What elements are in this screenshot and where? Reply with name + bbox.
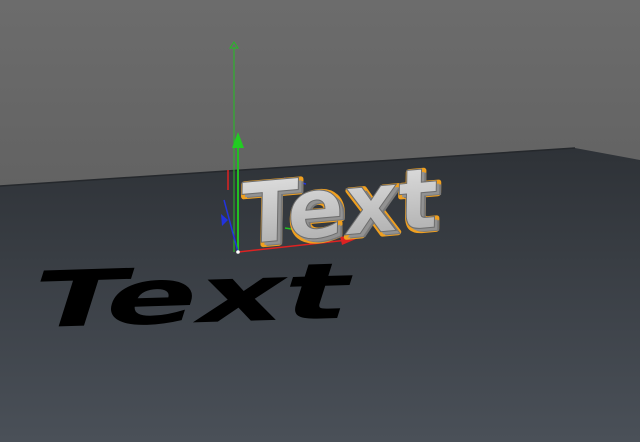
gizmo-origin[interactable]: [236, 250, 240, 254]
3d-viewport[interactable]: Text Text Text Text Text: [0, 0, 640, 442]
scene-canvas[interactable]: Text Text Text Text Text: [0, 0, 640, 442]
text-object[interactable]: Text Text Text Text: [239, 147, 443, 268]
text-face[interactable]: Text: [240, 148, 439, 264]
